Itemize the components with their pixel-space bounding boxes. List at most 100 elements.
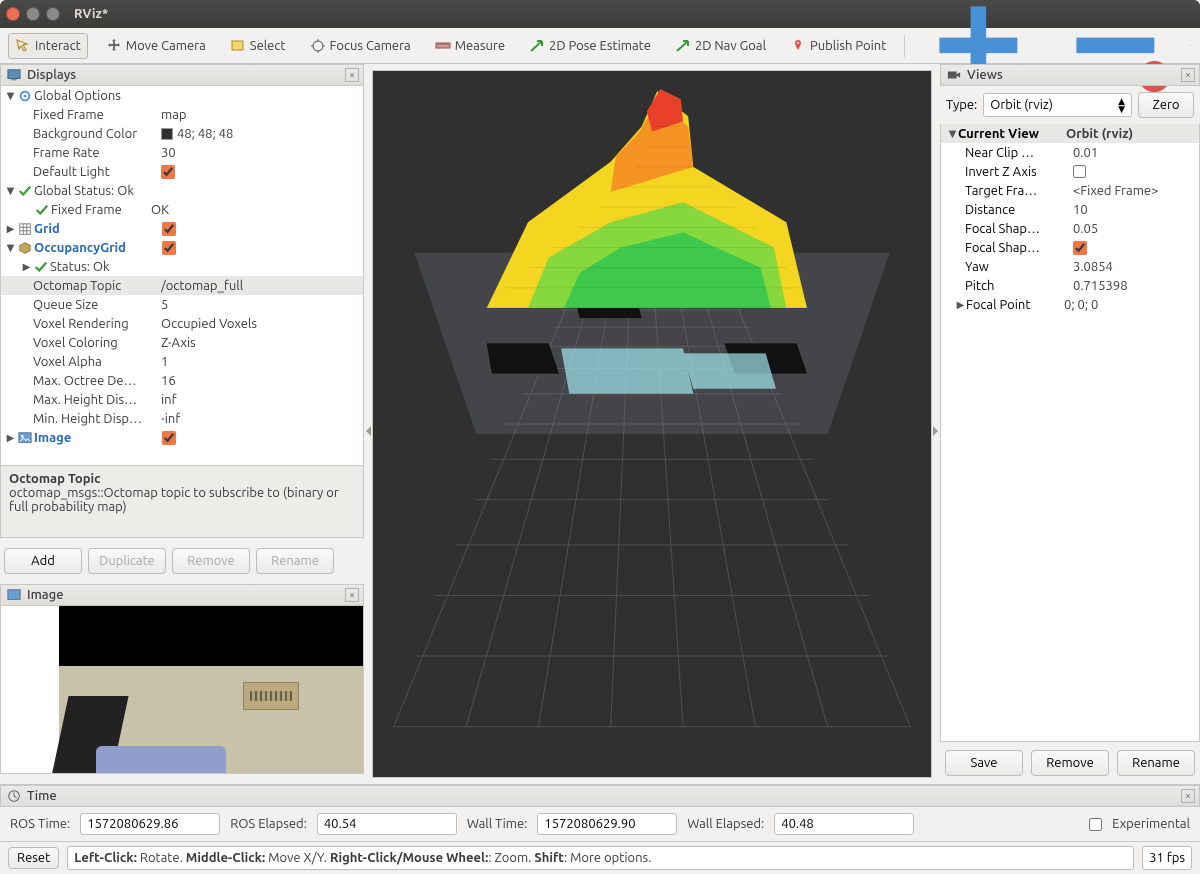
ruler-icon [435, 38, 451, 54]
duplicate-button[interactable]: Duplicate [88, 548, 166, 574]
wall-time-label: Wall Time: [467, 817, 528, 831]
rename-button[interactable]: Rename [256, 548, 334, 574]
zero-button[interactable]: Zero [1138, 92, 1194, 118]
frame-rate-val[interactable]: 30 [161, 146, 176, 160]
max-octree-val[interactable]: 16 [161, 374, 176, 388]
distance-val[interactable]: 10 [1073, 203, 1088, 217]
bg-color-val[interactable]: 48; 48; 48 [161, 127, 233, 141]
fixed-frame-val[interactable]: map [161, 108, 187, 122]
status-message: Left-Click: Rotate. Middle-Click: Move X… [67, 846, 1134, 870]
collapse-icon[interactable]: ▼ [5, 185, 16, 197]
experimental-checkbox[interactable] [1089, 818, 1102, 831]
views-header[interactable]: Views × [940, 64, 1200, 86]
display-icon [7, 68, 21, 82]
ros-time-input[interactable] [80, 813, 220, 835]
arrow-green-icon [529, 38, 545, 54]
voxel-alpha-val[interactable]: 1 [161, 355, 168, 369]
image-display-label[interactable]: Image [34, 431, 162, 445]
focal-shape-s-val[interactable]: 0.05 [1073, 222, 1098, 236]
views-tree[interactable]: ▼Current ViewOrbit (rviz) Near Clip …0.0… [940, 124, 1200, 742]
description-title: Octomap Topic [9, 472, 355, 486]
focal-point-val[interactable]: 0; 0; 0 [1064, 298, 1098, 312]
expand-icon[interactable]: ▶ [5, 223, 16, 235]
window-title: RViz* [74, 7, 108, 21]
grid-label[interactable]: Grid [34, 222, 162, 236]
queue-size-val[interactable]: 5 [161, 298, 168, 312]
close-panel-icon[interactable]: × [345, 588, 359, 602]
near-clip-key: Near Clip … [965, 146, 1073, 160]
current-view-key: Current View [958, 127, 1066, 141]
cube-icon [18, 241, 32, 255]
type-value: Orbit (rviz) [990, 98, 1053, 112]
wall-elapsed-input[interactable] [774, 813, 914, 835]
global-options-label: Global Options [34, 89, 121, 103]
publish-point-tool[interactable]: Publish Point [784, 34, 892, 58]
image-panel-header[interactable]: Image × [0, 584, 364, 606]
time-header[interactable]: Time × [0, 785, 1200, 807]
check-icon [35, 203, 49, 217]
dock-right-icon[interactable] [930, 424, 942, 438]
select-label: Select [250, 39, 286, 53]
wall-time-input[interactable] [537, 813, 677, 835]
grid-checkbox[interactable] [162, 222, 176, 236]
pose-estimate-tool[interactable]: 2D Pose Estimate [523, 34, 657, 58]
close-panel-icon[interactable]: × [1181, 68, 1195, 82]
focal-shape-checkbox[interactable] [1073, 241, 1087, 255]
publish-point-label: Publish Point [810, 39, 886, 53]
expand-icon[interactable]: ▶ [21, 261, 32, 273]
views-title: Views [967, 68, 1003, 82]
collapse-icon[interactable]: ▼ [947, 128, 958, 140]
reset-button[interactable]: Reset [8, 847, 59, 869]
close-icon[interactable] [6, 7, 20, 21]
occupancy-checkbox[interactable] [162, 241, 176, 255]
views-remove-button[interactable]: Remove [1031, 750, 1109, 776]
grid-floor [373, 71, 931, 777]
close-panel-icon[interactable]: × [1181, 789, 1195, 803]
min-height-val[interactable]: -inf [161, 412, 180, 426]
eye-dropdown-icon[interactable] [1190, 45, 1192, 47]
collapse-icon[interactable]: ▼ [5, 90, 16, 102]
close-panel-icon[interactable]: × [345, 68, 359, 82]
arrow-green-icon [675, 38, 691, 54]
default-light-checkbox[interactable] [161, 165, 175, 179]
camera-icon [947, 68, 961, 82]
add-button[interactable]: Add [4, 548, 82, 574]
select-tool[interactable]: Select [224, 34, 292, 58]
voxel-coloring-val[interactable]: Z-Axis [161, 336, 196, 350]
measure-tool[interactable]: Measure [429, 34, 511, 58]
save-button[interactable]: Save [945, 750, 1023, 776]
views-rename-button[interactable]: Rename [1117, 750, 1195, 776]
focus-camera-tool[interactable]: Focus Camera [304, 34, 417, 58]
target-frame-val[interactable]: <Fixed Frame> [1073, 184, 1158, 198]
type-combo[interactable]: Orbit (rviz) ▲▼ [983, 93, 1132, 117]
color-swatch-icon [161, 128, 173, 140]
rviz-3d-view[interactable] [372, 70, 932, 778]
move-camera-tool[interactable]: Move Camera [100, 34, 212, 58]
image-checkbox[interactable] [162, 431, 176, 445]
remove-button[interactable]: Remove [172, 548, 250, 574]
displays-tree[interactable]: ▼ Global Options Fixed Framemap Backgrou… [0, 86, 364, 466]
max-height-val[interactable]: inf [161, 393, 177, 407]
expand-icon[interactable]: ▶ [955, 299, 966, 311]
maximize-icon[interactable] [46, 7, 60, 21]
minimize-icon[interactable] [26, 7, 40, 21]
interact-tool[interactable]: Interact [8, 33, 88, 59]
invert-z-checkbox[interactable] [1073, 165, 1086, 178]
pitch-val[interactable]: 0.715398 [1073, 279, 1128, 293]
pose-estimate-label: 2D Pose Estimate [549, 39, 651, 53]
near-clip-val[interactable]: 0.01 [1073, 146, 1098, 160]
time-panel: Time × ROS Time: ROS Elapsed: Wall Time:… [0, 784, 1200, 841]
displays-header[interactable]: Displays × [0, 64, 364, 86]
yaw-val[interactable]: 3.0854 [1073, 260, 1113, 274]
ros-elapsed-input[interactable] [317, 813, 457, 835]
octomap-topic-val[interactable]: /octomap_full [161, 279, 243, 293]
focus-icon [310, 38, 326, 54]
expand-icon[interactable]: ▶ [5, 432, 16, 444]
focal-point-key: Focal Point [966, 298, 1064, 312]
fixed-frame-key: Fixed Frame [33, 108, 161, 122]
nav-goal-tool[interactable]: 2D Nav Goal [669, 34, 772, 58]
voxel-rendering-val[interactable]: Occupied Voxels [161, 317, 257, 331]
occupancy-label[interactable]: OccupancyGrid [34, 241, 162, 255]
status-ok-label: Status: Ok [50, 260, 110, 274]
collapse-icon[interactable]: ▼ [5, 242, 16, 254]
